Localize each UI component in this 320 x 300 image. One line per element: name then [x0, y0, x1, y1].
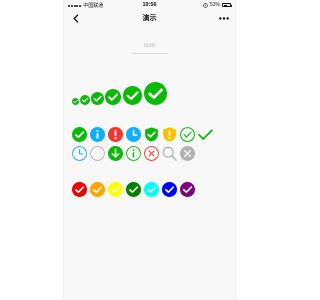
success-no-circle-icon: [198, 129, 213, 140]
warn-icon: [108, 127, 123, 142]
more-dots-icon[interactable]: [219, 17, 229, 20]
success-icon-purple: [180, 182, 195, 197]
success-icon: [123, 86, 142, 105]
success-icon-yellow: [108, 182, 123, 197]
cancel-icon: [144, 146, 159, 161]
success-icon-orange: [90, 182, 105, 197]
download-icon: [108, 146, 123, 161]
battery-percent: 53%: [209, 2, 220, 8]
page-title: 演示: [142, 15, 157, 22]
success-icon: [72, 127, 87, 142]
navigation-bar: 演示: [64, 11, 235, 26]
waiting-circle-icon: [72, 146, 87, 161]
battery-fill: [223, 4, 228, 6]
info-icon: [90, 127, 105, 142]
waiting-icon: [126, 127, 141, 142]
success-icon-red: [72, 182, 87, 197]
success-icon-cyan: [144, 182, 159, 197]
clear-icon: [180, 146, 195, 161]
safe-warn-icon: [163, 127, 176, 142]
battery-icon: [222, 3, 232, 7]
info-circle-icon: [126, 146, 141, 161]
success-icon: [105, 89, 121, 105]
success-circle-icon: [180, 127, 195, 142]
status-bar: 中国联通 19:56 53%: [64, 0, 235, 11]
success-icon: [91, 92, 104, 105]
success-icon: [80, 95, 90, 105]
alarm-icon: [203, 2, 208, 8]
safe-success-icon: [145, 127, 158, 142]
phone-screen: 中国联通 19:56 53% 演示 icon: [64, 0, 235, 300]
status-right: 53%: [203, 2, 232, 8]
success-icon: [72, 98, 79, 105]
section-label: icon: [143, 43, 155, 49]
success-icon: [144, 82, 167, 105]
circle-icon: [90, 146, 105, 161]
search-icon: [162, 146, 177, 161]
success-icon-green: [126, 182, 141, 197]
success-icon-blue: [162, 182, 177, 197]
section-divider: [132, 53, 168, 54]
